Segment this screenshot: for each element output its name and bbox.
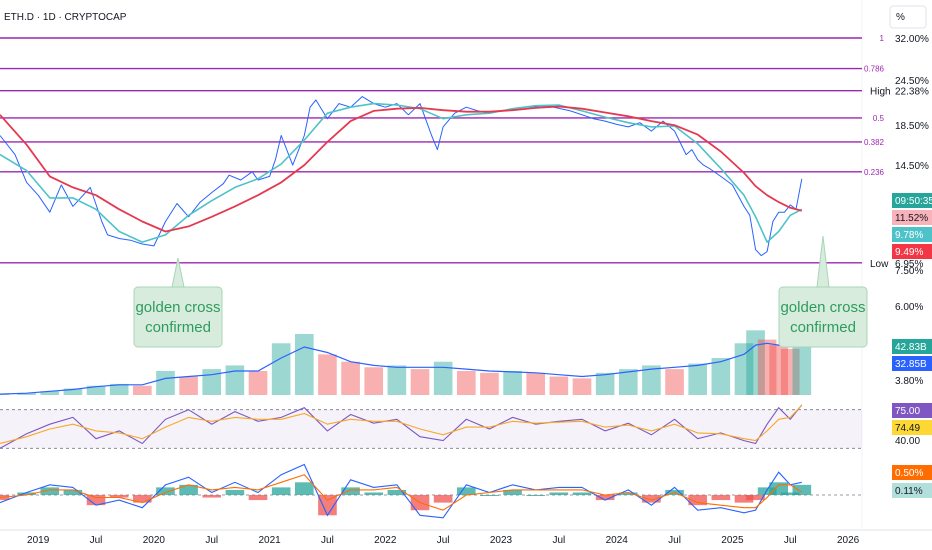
volume-bar-13	[294, 334, 314, 395]
volume-bar-7	[156, 370, 175, 395]
macd-hist-bar-13	[294, 482, 314, 495]
volume-bar-20	[456, 370, 476, 395]
volume-bar-11	[248, 370, 268, 395]
volume-bar-10	[225, 365, 245, 395]
x-tick-12: 2025	[721, 535, 744, 546]
macd-hist-bar-23	[526, 495, 546, 496]
chart-background	[0, 0, 932, 550]
fib-level-label-0: 1	[880, 34, 885, 43]
macd-hist-bar-15	[341, 487, 360, 495]
volume-bar-21	[480, 372, 499, 395]
macd-hist-bar-11	[248, 495, 268, 501]
annotation-text-line2-0: confirmed	[145, 319, 211, 336]
volume-bar-18	[410, 369, 430, 395]
macd-hist-bar-12	[271, 487, 291, 495]
macd-hist-bar-10	[225, 489, 245, 495]
volume-bar-12	[271, 343, 291, 395]
volume-bar-6	[133, 385, 152, 395]
macd-hist-bar-16	[364, 492, 384, 495]
volume-tag-0: 42.83B	[895, 342, 927, 353]
volume-bar-25	[572, 378, 592, 395]
annotation-text-line2-1: confirmed	[790, 319, 856, 336]
x-tick-4: 2021	[258, 535, 281, 546]
x-tick-7: Jul	[437, 535, 450, 546]
x-tick-5: Jul	[321, 535, 334, 546]
ticker-title: ETH.D · 1D · CRYPTOCAP	[4, 12, 127, 23]
fib-level-value-2: 22.38%	[895, 87, 929, 98]
volume-bar-14	[318, 354, 337, 395]
macd-hist-bar-24	[549, 492, 569, 495]
volume-bar-31	[711, 358, 731, 395]
x-tick-3: Jul	[205, 535, 218, 546]
annotation-text-line1-1: golden cross	[780, 299, 865, 316]
price-tag-3: 9.49%	[895, 247, 923, 258]
macd-hist-bar-19	[433, 495, 453, 503]
macd-hist-bar-37	[792, 484, 812, 495]
scale-button-label[interactable]: %	[896, 12, 905, 23]
price-tag-0: 09:50:35	[895, 196, 932, 207]
volume-bar-16	[364, 367, 384, 395]
rsi-tag-0: 75.00	[895, 406, 920, 417]
chart-canvas: 10.786High 22.38%0.50.3820.236Low 6.95% 42…	[0, 0, 932, 550]
volume-bar-23	[526, 372, 546, 395]
y-tick-1: 24.50%	[895, 76, 929, 87]
x-tick-6: 2022	[374, 535, 397, 546]
volume-bar-15	[341, 361, 360, 395]
y-tick-5: 6.00%	[895, 302, 923, 313]
rsi-tag-1: 74.49	[895, 423, 920, 434]
macd-hist-bar-25	[572, 492, 592, 495]
x-tick-0: 2019	[27, 535, 50, 546]
y-tick-0: 32.00%	[895, 34, 929, 45]
y-tick-2: 18.50%	[895, 121, 929, 132]
x-tick-11: Jul	[668, 535, 681, 546]
x-tick-2: 2020	[143, 535, 166, 546]
volume-bar-17	[387, 365, 407, 395]
x-tick-13: Jul	[784, 535, 797, 546]
fib-level-label-1: 0.786	[864, 65, 885, 74]
rsi-tick-0: 40.00	[895, 436, 920, 447]
y-tick-4: 7.50%	[895, 266, 923, 277]
fib-level-name-2: High	[870, 87, 891, 98]
macd-hist-bar-21	[480, 495, 499, 496]
volume-bar-9	[202, 369, 222, 395]
rsi-band	[0, 409, 862, 449]
fib-level-name-6: Low	[870, 259, 889, 270]
fib-level-label-5: 0.236	[864, 168, 885, 177]
volume-tag-1: 32.85B	[895, 359, 927, 370]
volume-bar-30	[688, 363, 708, 395]
x-tick-9: Jul	[552, 535, 565, 546]
rsi-pane[interactable]: 75.00 74.49 40.00	[0, 403, 932, 449]
volume-bar-24	[549, 376, 569, 395]
annotation-text-line1-0: golden cross	[135, 299, 220, 316]
x-tick-8: 2023	[490, 535, 513, 546]
volume-bar-22	[503, 370, 522, 395]
x-tick-1: Jul	[90, 535, 103, 546]
macd-tag-0: 0.50%	[895, 468, 923, 479]
volume-bar-8	[179, 376, 198, 395]
annotation-box-0	[133, 286, 223, 348]
macd-tag-1: 0.11%	[895, 486, 923, 497]
fib-level-label-3: 0.5	[873, 114, 885, 123]
price-tag-1: 11.52%	[895, 213, 928, 224]
y-tick-3: 14.50%	[895, 161, 929, 172]
y-tick-6: 3.80%	[895, 376, 923, 387]
macd-hist-bar-31	[711, 495, 731, 501]
volume-bar-26	[595, 372, 615, 395]
fib-level-label-4: 0.382	[864, 138, 885, 147]
x-tick-10: 2024	[606, 535, 629, 546]
x-axis: 2019 Jul 2020 Jul 2021 Jul 2022 Jul 2023 Jul 2024 J…	[27, 535, 860, 546]
macd-hist-bar-9	[202, 495, 222, 498]
annotation-box-1	[778, 286, 868, 348]
price-tag-2: 9.78%	[895, 230, 923, 241]
x-tick-14: 2026	[837, 535, 860, 546]
volume-bar-29	[665, 369, 684, 395]
